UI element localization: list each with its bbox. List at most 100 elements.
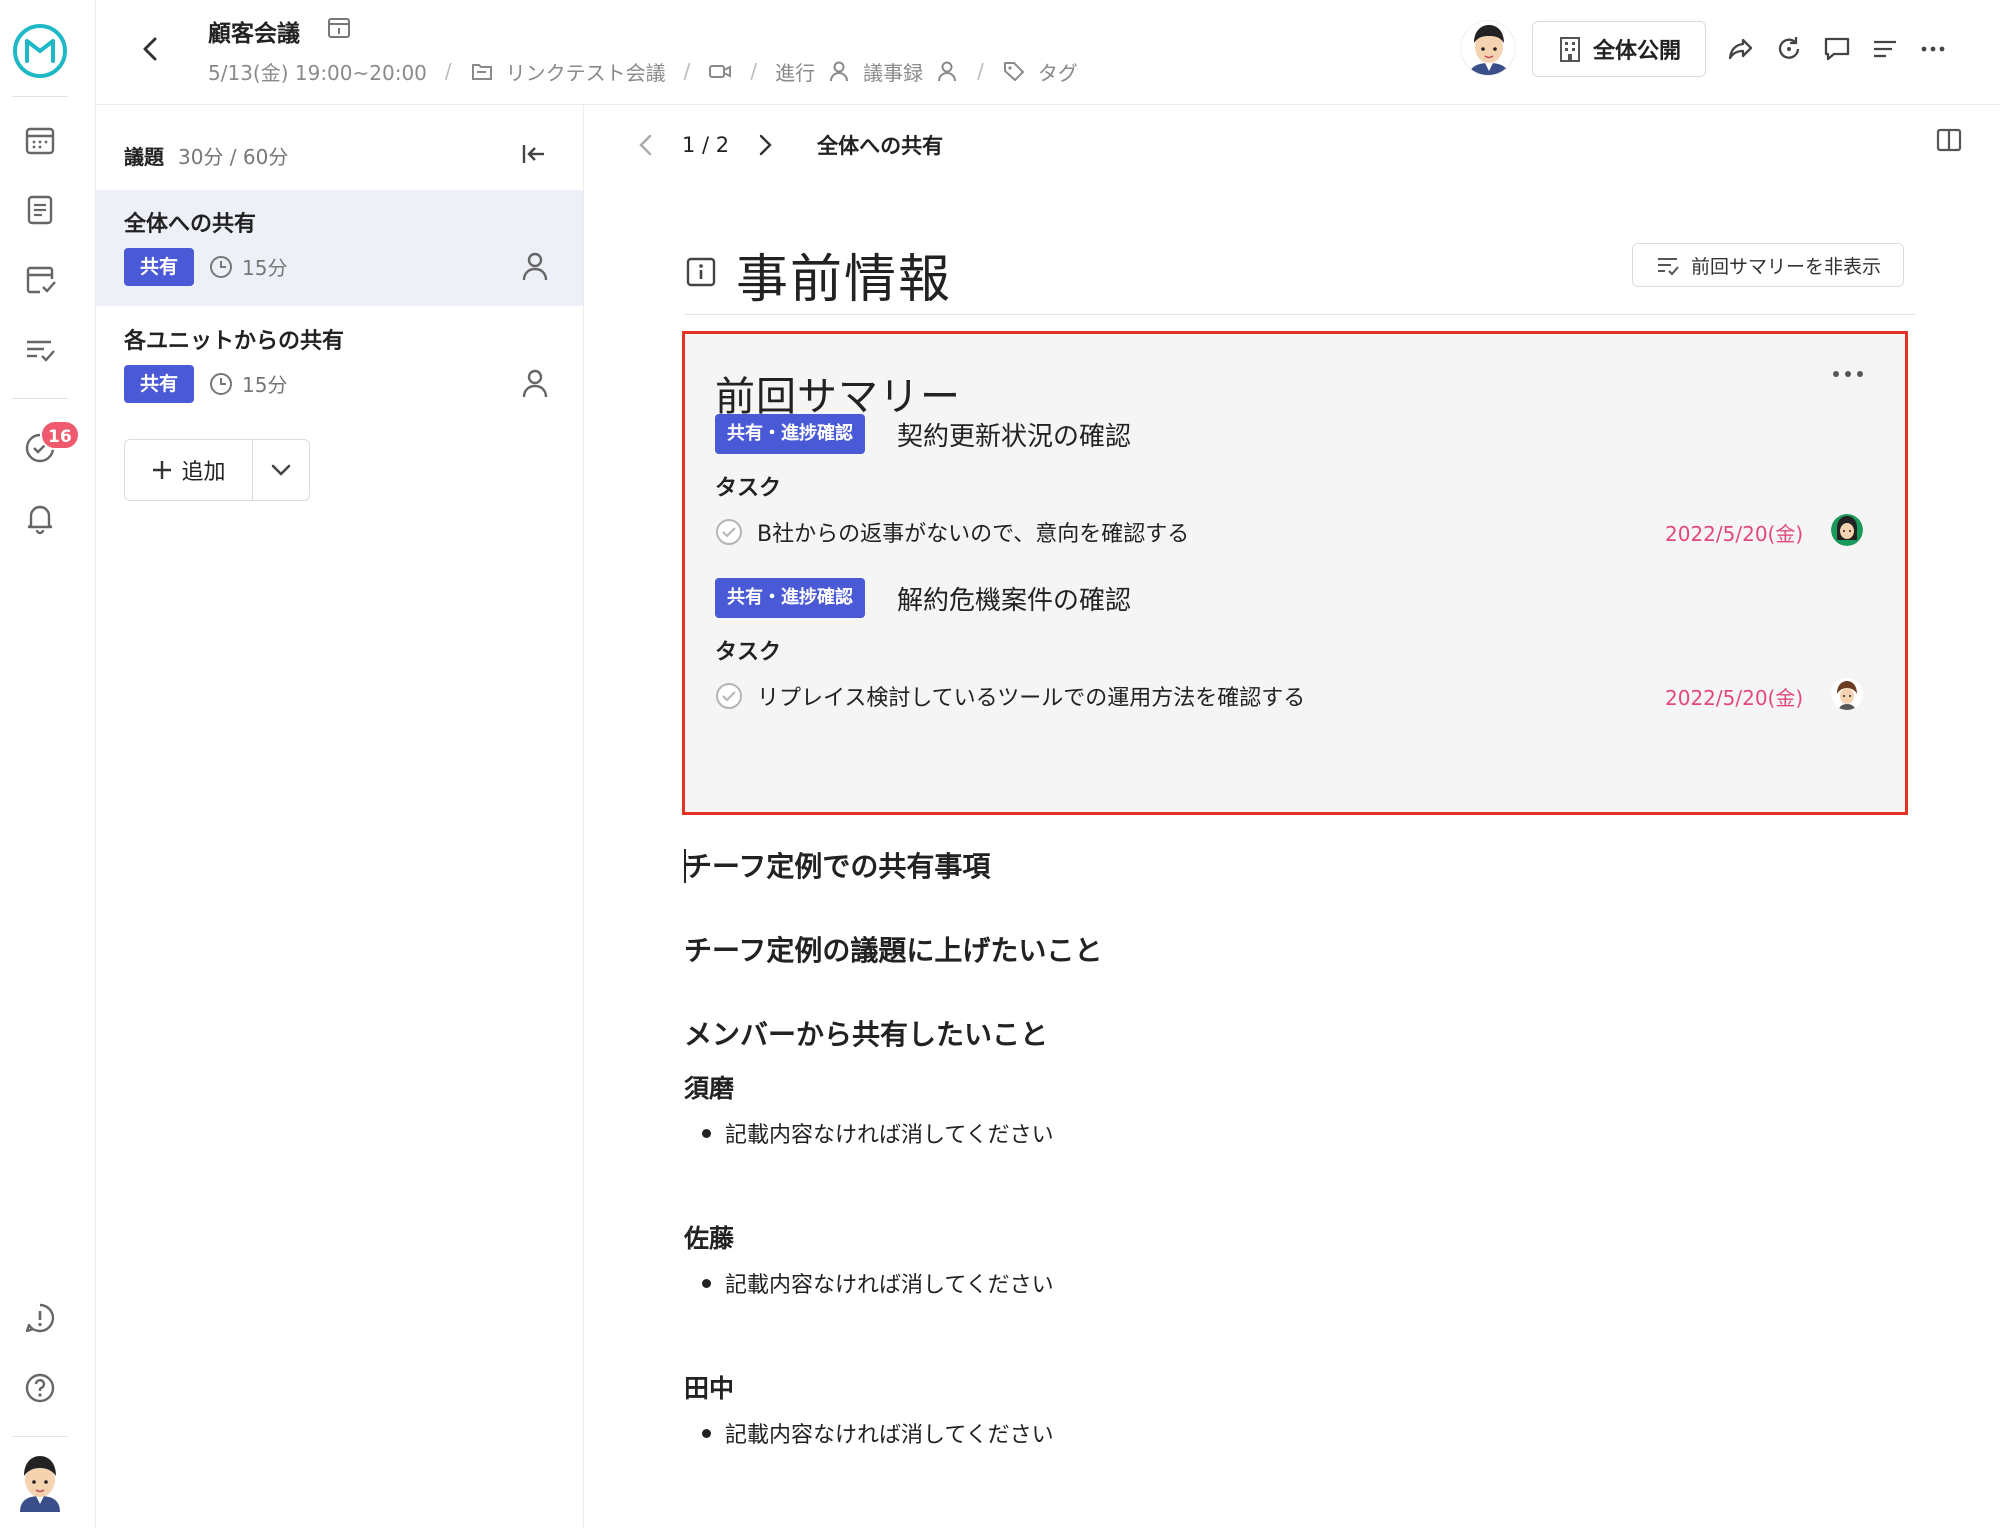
chevron-right-icon[interactable] <box>751 132 777 158</box>
agenda-item-badge: 共有 <box>124 365 194 403</box>
app-logo[interactable] <box>13 24 67 78</box>
member-name[interactable]: 須磨 <box>684 1069 734 1105</box>
notification-count-badge: 16 <box>40 420 80 450</box>
agenda-time-summary: 30分 / 60分 <box>178 145 289 169</box>
minutes-user-icon[interactable] <box>935 59 959 83</box>
progress-user-icon[interactable] <box>827 59 851 83</box>
more-options-icon[interactable] <box>1831 368 1865 380</box>
task-assignee-avatar[interactable] <box>1831 678 1863 710</box>
task-label: タスク <box>715 640 782 665</box>
info-icon <box>684 255 718 289</box>
clock-icon <box>208 371 234 397</box>
agenda-item-badge: 共有 <box>124 248 194 286</box>
meeting-check-icon[interactable] <box>22 262 58 298</box>
separator: / <box>750 59 758 83</box>
meeting-folder[interactable]: リンクテスト会議 <box>506 57 666 86</box>
help-icon[interactable] <box>22 1370 58 1406</box>
meeting-title[interactable]: 顧客会議 <box>208 14 300 48</box>
list-item[interactable]: 記載内容なければ消してください <box>702 1417 1054 1449</box>
assignee-icon[interactable] <box>520 367 550 399</box>
refresh-icon[interactable] <box>1774 34 1804 64</box>
more-options-icon[interactable] <box>1918 34 1948 64</box>
tag-icon[interactable] <box>1002 59 1026 83</box>
list-item[interactable]: 記載内容なければ消してください <box>702 1267 1054 1299</box>
publish-visibility-button[interactable]: 全体公開 <box>1532 21 1706 77</box>
header-actions: 全体公開 <box>1460 18 2000 82</box>
comment-icon[interactable] <box>1822 34 1852 64</box>
task-label: タスク <box>715 476 782 501</box>
publish-label: 全体公開 <box>1592 39 1681 64</box>
chevron-down-icon <box>269 458 293 482</box>
section-header: 事前情報 前回サマリーを非表示 <box>684 235 1916 315</box>
bullet-dot <box>702 1428 711 1438</box>
meeting-info-icon[interactable] <box>326 15 352 41</box>
folder-icon <box>470 59 494 83</box>
separator: / <box>977 59 984 83</box>
previous-summary-panel: 前回サマリー 共有・進捗確認 契約更新状況の確認 タスク B社からの返事がないの… <box>682 331 1908 815</box>
add-options-dropdown[interactable] <box>253 440 309 500</box>
add-agenda-split-button: 追加 <box>124 439 310 501</box>
task-due-date[interactable]: 2022/5/20(金) <box>1665 518 1803 547</box>
split-view-icon[interactable] <box>1934 125 1964 155</box>
main-content: 1 / 2 全体への共有 事前情報 前回サマリーを非表示 前回サマリー 共有・進… <box>584 105 2000 1528</box>
list-item-text: 記載内容なければ消してください <box>725 1123 1054 1148</box>
agenda-item[interactable]: 各ユニットからの共有 共有 15分 <box>96 307 583 423</box>
bell-icon[interactable] <box>22 500 58 536</box>
task-list-icon[interactable] <box>22 332 58 368</box>
doc-heading[interactable]: メンバーから共有したいこと <box>684 1013 1048 1053</box>
document-icon[interactable] <box>22 192 58 228</box>
member-name[interactable]: 田中 <box>684 1369 734 1405</box>
agenda-item-title: 各ユニットからの共有 <box>124 329 345 354</box>
chevron-left-icon[interactable] <box>634 132 660 158</box>
tag-label[interactable]: タグ <box>1038 57 1078 86</box>
add-label: 追加 <box>181 460 226 485</box>
section-title: 事前情報 <box>736 250 953 310</box>
video-icon[interactable] <box>708 59 732 83</box>
meeting-datetime[interactable]: 5/13(金) 19:00~20:00 <box>208 57 427 86</box>
hide-summary-label: 前回サマリーを非表示 <box>1690 255 1881 278</box>
agenda-item[interactable]: 全体への共有 共有 15分 <box>96 190 583 306</box>
task-due-date[interactable]: 2022/5/20(金) <box>1665 682 1803 711</box>
doc-heading[interactable]: チーフ定例の議題に上げたいこと <box>684 929 1102 969</box>
meeting-meta: 5/13(金) 19:00~20:00 / リンクテスト会議 / / 進行 議事… <box>208 56 1078 86</box>
clock-icon <box>208 254 234 280</box>
hide-summary-button[interactable]: 前回サマリーを非表示 <box>1632 243 1904 287</box>
doc-heading[interactable]: チーフ定例での共有事項 <box>684 845 990 885</box>
bullet-dot <box>702 1278 711 1288</box>
minutes-role-label[interactable]: 議事録 <box>863 57 923 86</box>
task-checkbox[interactable] <box>715 518 743 546</box>
collapse-panel-icon[interactable] <box>518 139 548 169</box>
task-checkbox[interactable] <box>715 682 743 710</box>
task-text[interactable]: リプレイス検討しているツールでの運用方法を確認する <box>757 680 1305 712</box>
topic-title: 契約更新状況の確認 <box>897 422 1132 452</box>
task-assignee-avatar[interactable] <box>1831 514 1863 546</box>
topic-tag: 共有・進捗確認 <box>715 414 865 454</box>
bullet-dot <box>702 1128 711 1138</box>
agenda-panel: 議題 30分 / 60分 全体への共有 共有 15分 各ユニットからの共有 共有… <box>96 105 584 1528</box>
building-icon <box>1557 35 1583 63</box>
agenda-item-duration: 15分 <box>208 369 287 398</box>
user-avatar[interactable] <box>14 1452 66 1512</box>
share-icon[interactable] <box>1726 34 1756 64</box>
progress-role-label[interactable]: 進行 <box>775 57 815 86</box>
list-check-icon <box>1655 252 1681 278</box>
task-text[interactable]: B社からの返事がないので、意向を確認する <box>757 516 1189 548</box>
topic-title: 解約危機案件の確認 <box>897 586 1132 616</box>
separator: / <box>683 59 691 83</box>
add-agenda-button[interactable]: 追加 <box>125 440 253 500</box>
calendar-icon[interactable] <box>22 122 58 158</box>
alert-icon[interactable] <box>22 1300 58 1336</box>
owner-avatar[interactable] <box>1460 20 1516 76</box>
agenda-header: 議題 30分 / 60分 <box>124 141 288 170</box>
header: 顧客会議 5/13(金) 19:00~20:00 / リンクテスト会議 / / … <box>96 0 2000 105</box>
outline-icon[interactable] <box>1870 34 1900 64</box>
back-button[interactable] <box>136 34 166 64</box>
rail-divider <box>12 1436 68 1437</box>
duration-text: 15分 <box>242 256 288 280</box>
member-name[interactable]: 佐藤 <box>684 1219 734 1255</box>
assignee-icon[interactable] <box>520 250 550 282</box>
agenda-heading: 議題 <box>124 145 164 169</box>
page-indicator: 1 / 2 <box>682 133 730 157</box>
list-item[interactable]: 記載内容なければ消してください <box>702 1117 1054 1149</box>
agenda-item-title: 全体への共有 <box>124 212 257 237</box>
